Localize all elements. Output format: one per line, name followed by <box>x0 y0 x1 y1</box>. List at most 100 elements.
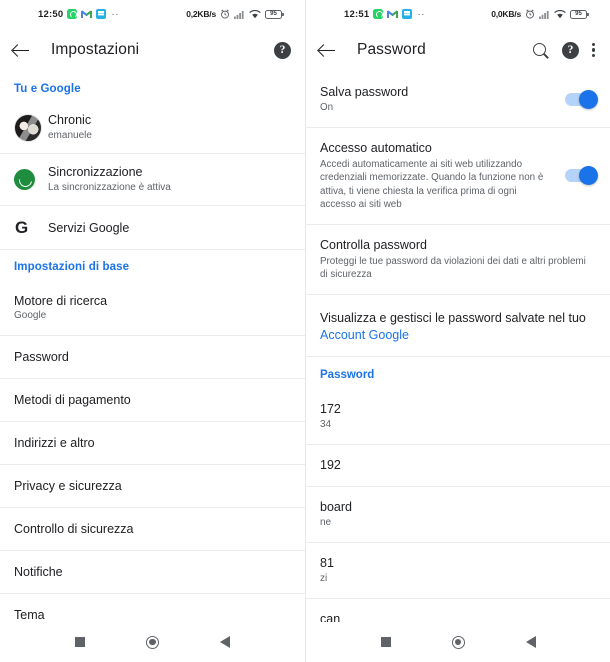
auto-signin-row[interactable]: Accesso automatico Accedi automaticament… <box>306 128 610 225</box>
password-list-item[interactable]: 172 34 <box>306 389 610 445</box>
left-phone-screen: 12:50 ·· 0,2KB/s 95 Impostazioni ? Tu e … <box>0 0 305 662</box>
google-account-link-row[interactable]: Visualizza e gestisci le password salvat… <box>306 295 610 357</box>
password-list-item[interactable]: 81 zi <box>306 543 610 599</box>
check-passwords-description: Proteggi le tue password da violazioni d… <box>320 255 586 281</box>
save-password-texts: Salva password On <box>320 84 565 115</box>
password-username: ne <box>320 516 332 528</box>
menu-item-payment-methods[interactable]: Metodi di pagamento <box>0 379 305 422</box>
search-engine-label: Motore di ricerca <box>14 294 108 308</box>
google-logo-container: G <box>14 219 48 236</box>
dual-screenshot-container: 12:50 ·· 0,2KB/s 95 Impostazioni ? Tu e … <box>0 0 610 662</box>
status-bar-right-group: 0,2KB/s 95 <box>186 9 284 19</box>
password-site: board <box>320 499 352 514</box>
save-password-value: On <box>320 102 334 113</box>
auto-signin-title: Accesso automatico <box>320 140 432 155</box>
signal-icon <box>539 10 550 19</box>
menu-item-notifications[interactable]: Notifiche <box>0 551 305 594</box>
recents-square-icon[interactable] <box>380 637 391 647</box>
sync-title: Sincronizzazione <box>48 165 143 179</box>
google-g-icon: G <box>15 218 29 237</box>
menu-item-theme[interactable]: Tema <box>0 594 305 622</box>
left-status-bar: 12:50 ·· 0,2KB/s 95 <box>0 0 305 28</box>
status-bar-left-group: 12:50 ·· <box>38 9 119 20</box>
menu-item-label: Controllo di sicurezza <box>14 522 134 536</box>
google-services-texts: Servizi Google <box>48 220 291 236</box>
google-account-text: Visualizza e gestisci le password salvat… <box>320 310 586 325</box>
signal-icon <box>234 10 245 19</box>
left-settings-list[interactable]: Tu e Google Chronic emanuele Sincronizza… <box>0 72 305 622</box>
menu-item-label: Tema <box>14 608 45 622</box>
home-circle-icon[interactable] <box>145 635 159 649</box>
recents-square-icon[interactable] <box>74 637 85 647</box>
menu-item-password[interactable]: Password <box>0 336 305 379</box>
back-triangle-icon[interactable] <box>220 636 231 648</box>
password-site: 192 <box>320 457 341 472</box>
back-arrow-icon[interactable] <box>318 41 337 60</box>
page-title: Password <box>357 41 426 58</box>
menu-item-privacy-security[interactable]: Privacy e sicurezza <box>0 465 305 508</box>
back-arrow-icon[interactable] <box>12 41 31 60</box>
help-icon[interactable]: ? <box>274 41 291 59</box>
sync-subtitle: La sincronizzazione è attiva <box>48 182 171 193</box>
battery-icon: 95 <box>570 9 589 19</box>
sync-icon <box>14 169 35 190</box>
right-app-bar: Password ? <box>306 28 610 72</box>
password-site: 172 <box>320 401 341 416</box>
menu-item-label: Privacy e sicurezza <box>14 479 122 493</box>
avatar-container <box>14 113 48 142</box>
whatsapp-icon <box>67 9 78 19</box>
left-app-bar: Impostazioni ? <box>0 28 305 72</box>
battery-icon: 95 <box>265 9 284 19</box>
auto-signin-toggle[interactable] <box>565 165 598 185</box>
google-services-row[interactable]: G Servizi Google <box>0 206 305 250</box>
status-bar-right-group: 0,0KB/s 95 <box>491 9 589 19</box>
account-name: Chronic <box>48 113 92 127</box>
overflow-menu-icon[interactable] <box>592 42 596 59</box>
toggle-knob <box>579 89 598 109</box>
password-username: 34 <box>320 418 332 430</box>
password-settings-list[interactable]: Salva password On Accesso automatico Acc… <box>306 72 610 622</box>
auto-signin-texts: Accesso automatico Accedi automaticament… <box>320 140 565 212</box>
sync-texts: Sincronizzazione La sincronizzazione è a… <box>48 164 291 195</box>
status-overflow-dots: ·· <box>111 8 119 20</box>
help-icon[interactable]: ? <box>562 41 579 59</box>
account-row[interactable]: Chronic emanuele <box>0 102 305 154</box>
save-password-toggle[interactable] <box>565 89 598 109</box>
wifi-icon <box>554 9 566 19</box>
whatsapp-icon <box>373 9 384 19</box>
menu-item-label: Notifiche <box>14 565 63 579</box>
calendar-icon <box>96 9 107 19</box>
page-title: Impostazioni <box>51 41 140 58</box>
menu-item-safety-check[interactable]: Controllo di sicurezza <box>0 508 305 551</box>
account-subtitle: emanuele <box>48 130 92 141</box>
google-account-link[interactable]: Account Google <box>320 327 596 344</box>
alarm-icon <box>220 9 230 19</box>
back-triangle-icon[interactable] <box>525 636 536 648</box>
save-password-row[interactable]: Salva password On <box>306 72 610 128</box>
password-site: can <box>320 611 341 623</box>
password-list-item[interactable]: can <box>306 599 610 623</box>
password-list-item[interactable]: board ne <box>306 487 610 543</box>
check-passwords-row[interactable]: Controlla password Proteggi le tue passw… <box>306 225 610 295</box>
section-header-basic-settings: Impostazioni di base <box>14 261 130 273</box>
search-engine-value: Google <box>14 310 47 321</box>
sync-row[interactable]: Sincronizzazione La sincronizzazione è a… <box>0 154 305 206</box>
app-bar-actions: ? <box>532 41 600 59</box>
menu-item-addresses[interactable]: Indirizzi e altro <box>0 422 305 465</box>
home-circle-icon[interactable] <box>451 635 465 649</box>
calendar-icon <box>402 9 413 19</box>
status-overflow-dots: ·· <box>417 8 425 20</box>
password-list-item[interactable]: 192 <box>306 445 610 487</box>
status-time: 12:50 <box>38 8 64 20</box>
network-speed-label: 0,2KB/s <box>186 9 216 19</box>
password-site: 81 <box>320 555 334 570</box>
app-bar-actions: ? <box>274 41 295 59</box>
search-engine-row[interactable]: Motore di ricerca Google <box>0 280 305 336</box>
menu-item-label: Metodi di pagamento <box>14 393 131 407</box>
gmail-icon <box>387 10 399 19</box>
left-navigation-bar <box>0 622 305 662</box>
sync-icon-container <box>14 169 48 190</box>
search-icon[interactable] <box>532 42 549 59</box>
save-password-title: Salva password <box>320 85 409 99</box>
menu-item-label: Password <box>14 350 69 364</box>
